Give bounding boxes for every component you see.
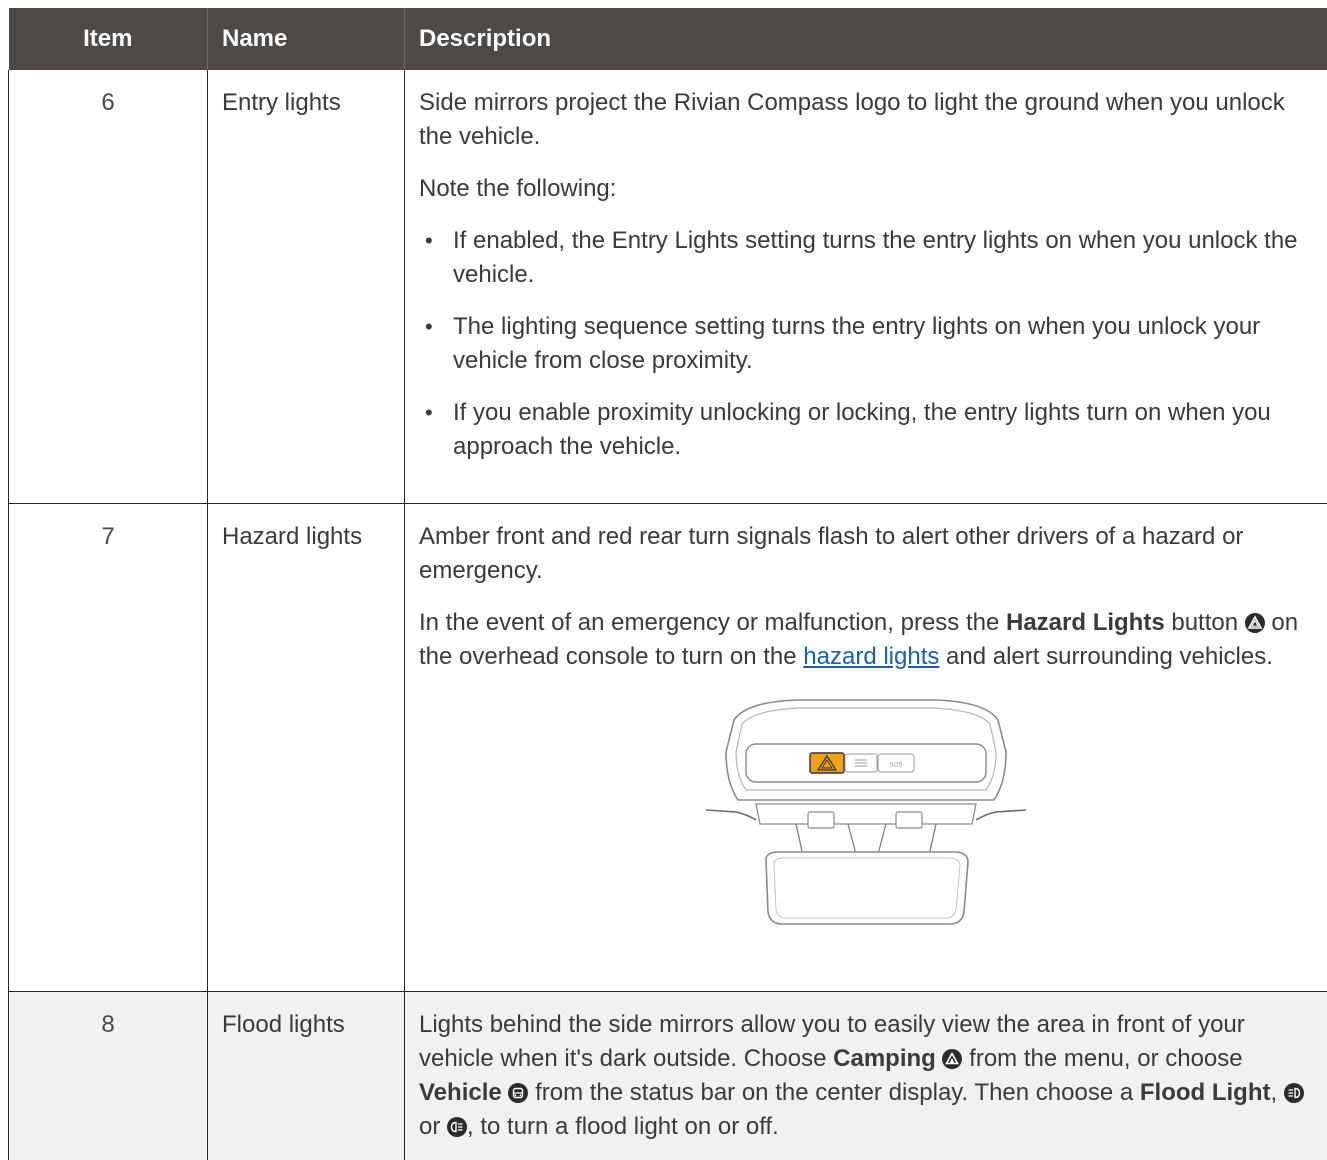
text-segment: In the event of an emergency or malfunct… (419, 609, 1006, 636)
row-item-number: 8 (9, 991, 208, 1160)
headliner-right (976, 810, 1026, 820)
overhead-console-illustration: SOS (419, 692, 1313, 942)
entry-lights-notes-list: If enabled, the Entry Lights setting tur… (419, 224, 1313, 464)
header-item: Item (9, 8, 208, 70)
overhead-console-drawing: SOS (706, 692, 1026, 932)
headliner-left (706, 810, 756, 820)
entry-lights-intro: Side mirrors project the Rivian Compass … (419, 86, 1313, 154)
row-item-number: 6 (9, 70, 208, 503)
table-header-row: Item Name Description (9, 8, 1327, 70)
hazard-lights-link[interactable]: hazard lights (803, 643, 939, 670)
text-segment: button (1165, 609, 1245, 636)
mirror-stem (848, 824, 886, 854)
flood-light-left-icon (1284, 1083, 1304, 1103)
table-row-flood-lights: 8 Flood lights Lights behind the side mi… (9, 991, 1327, 1160)
row-item-name: Entry lights (208, 70, 405, 503)
hazard-lights-button-name: Hazard Lights (1006, 609, 1165, 636)
flood-light-right-icon (447, 1117, 467, 1137)
row-item-name: Hazard lights (208, 503, 405, 991)
text-segment: and alert surrounding vehicles. (939, 643, 1273, 670)
header-name: Name (208, 8, 405, 70)
lights-table: Item Name Description 6 Entry lights Sid… (8, 8, 1327, 1160)
table-row-hazard-lights: 7 Hazard lights Amber front and red rear… (9, 503, 1327, 991)
text-segment: , (1271, 1079, 1284, 1106)
map-light-right (896, 812, 922, 828)
entry-lights-note: Note the following: (419, 172, 1313, 206)
camping-label: Camping (833, 1045, 936, 1072)
vehicle-label: Vehicle (419, 1079, 502, 1106)
hazard-triangle-icon (1245, 613, 1265, 633)
row-item-description: Lights behind the side mirrors allow you… (405, 991, 1327, 1160)
header-description: Description (405, 8, 1327, 70)
row-item-name: Flood lights (208, 991, 405, 1160)
list-item: The lighting sequence setting turns the … (419, 310, 1313, 378)
list-item: If you enable proximity unlocking or loc… (419, 396, 1313, 464)
text-segment: or (419, 1113, 447, 1140)
row-item-description: Amber front and red rear turn signals fl… (405, 503, 1327, 991)
flood-light-label: Flood Light (1140, 1079, 1271, 1106)
table-row-entry-lights: 6 Entry lights Side mirrors project the … (9, 70, 1327, 503)
text-segment: , to turn a flood light on or off. (467, 1113, 779, 1140)
map-light-left (808, 812, 834, 828)
text-segment: from the menu, or choose (962, 1045, 1242, 1072)
flood-lights-description: Lights behind the side mirrors allow you… (419, 1008, 1313, 1144)
text-segment: from the status bar on the center displa… (528, 1079, 1139, 1106)
lower-housing (756, 804, 976, 824)
camping-tent-icon (942, 1049, 962, 1069)
list-item: If enabled, the Entry Lights setting tur… (419, 224, 1313, 292)
hazard-lights-instructions: In the event of an emergency or malfunct… (419, 606, 1313, 674)
sos-label: SOS (890, 762, 903, 768)
hazard-lights-intro: Amber front and red rear turn signals fl… (419, 520, 1313, 588)
vehicle-icon (508, 1083, 528, 1103)
row-item-description: Side mirrors project the Rivian Compass … (405, 70, 1327, 503)
row-item-number: 7 (9, 503, 208, 991)
rearview-mirror (766, 852, 968, 924)
